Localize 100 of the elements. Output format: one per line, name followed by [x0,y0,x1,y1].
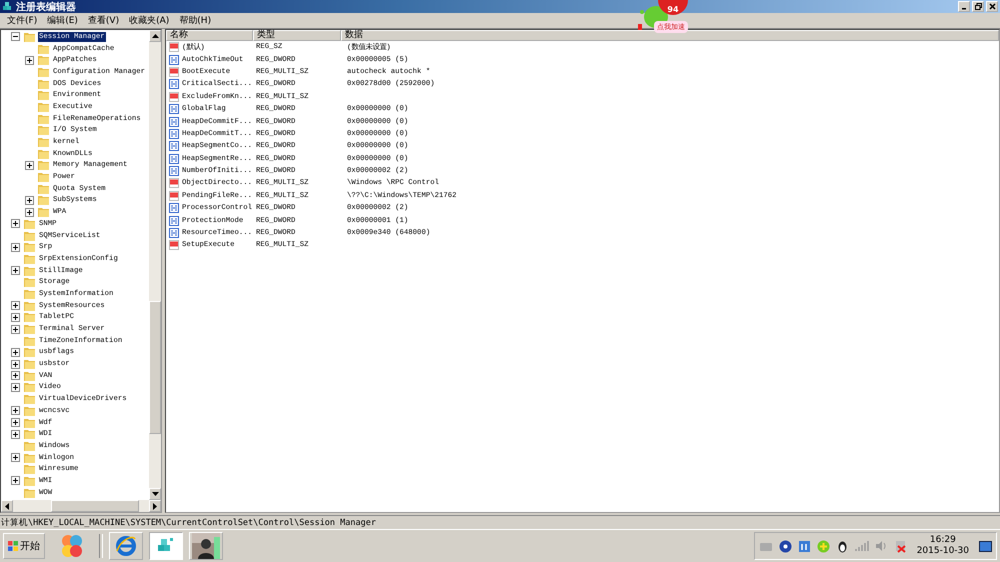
binary-value-icon [169,54,179,65]
folder-icon [24,242,35,252]
down-arrow-icon [152,492,158,496]
string-value-icon [169,190,179,201]
menu-item[interactable]: 收藏夹(A) [124,14,174,27]
expander-icon[interactable] [11,219,20,228]
folder-icon [24,277,35,288]
folder-icon [24,288,35,299]
minimize-button[interactable] [958,1,970,12]
folder-icon [24,300,35,311]
folder-icon [24,452,35,463]
binary-value-icon [169,203,179,214]
windows-logo-icon [8,541,18,551]
folder-icon [38,148,49,159]
binary-value-icon [169,154,179,164]
binary-value-icon [169,228,179,238]
close-icon [988,3,996,10]
photo-taskbar-button[interactable] [189,532,223,560]
string-value-icon [169,66,179,77]
folder-icon [24,312,35,322]
folder-icon [24,266,35,276]
clock-date: 2015-10-30 [916,546,969,557]
expander-icon[interactable] [11,430,20,439]
binary-value-icon [169,128,179,139]
folder-icon [24,406,35,416]
vertical-scrollbar[interactable] [149,30,161,500]
browser-taskbar-button[interactable] [109,532,143,560]
folder-icon [24,347,35,358]
menu-item[interactable]: 帮助(H) [174,14,216,27]
binary-value-icon [169,141,179,152]
expander-icon[interactable] [11,476,20,486]
folder-icon [38,195,49,206]
restore-icon [974,3,982,10]
string-value-icon [169,178,179,188]
registry-icon [2,1,13,12]
show-desktop-icon[interactable] [979,540,992,552]
horizontal-scrollbar[interactable] [1,500,161,512]
expander-icon[interactable] [11,242,20,252]
folder-icon [24,336,35,346]
expander-icon[interactable] [11,324,20,334]
restore-button[interactable] [972,1,984,12]
circles-logo-icon[interactable] [59,533,85,559]
expander-icon[interactable] [25,56,34,65]
expander-icon[interactable] [11,32,20,42]
expander-icon[interactable] [11,266,20,276]
expander-icon[interactable] [25,196,34,205]
column-header[interactable]: 名称 [166,30,253,41]
expander-icon[interactable] [25,208,34,217]
string-value-icon [169,92,179,102]
folder-icon [24,418,35,428]
key-path: 计算机\HKEY_LOCAL_MACHINE\SYSTEM\CurrentControlSet\Control\Session Manager [1,516,376,528]
browser-icon [115,535,137,557]
menu-item[interactable]: 编辑(E) [42,14,83,27]
expander-icon[interactable] [11,406,20,416]
string-value-icon [169,42,179,52]
folder-icon [38,114,49,124]
expander-icon[interactable] [11,453,20,462]
binary-value-icon [169,166,179,176]
expander-icon[interactable] [11,312,20,322]
right-arrow-icon [153,502,157,510]
disconnected-icon[interactable] [894,540,907,552]
folder-icon [38,90,49,100]
folder-icon [38,44,49,54]
binary-value-icon [169,79,179,90]
start-button[interactable]: 开始 [3,533,45,559]
folder-icon [24,254,35,264]
folder-icon [38,78,49,89]
folder-icon [38,184,49,194]
folder-icon [24,476,35,486]
folder-icon [24,230,35,241]
left-arrow-icon [5,502,9,510]
folder-icon [38,55,49,66]
expander-icon[interactable] [11,301,20,310]
string-value-icon [169,240,179,250]
expander-icon[interactable] [11,348,20,357]
expander-icon[interactable] [11,418,20,428]
window-title: 注册表编辑器 [16,0,76,14]
expander-icon[interactable] [11,371,20,380]
expander-icon[interactable] [25,160,34,170]
menu-item[interactable]: 查看(V) [82,14,124,27]
clock-time: 16:29 [930,535,956,546]
folder-icon [38,125,49,136]
binary-value-icon [169,216,179,226]
expander-icon[interactable] [11,382,20,392]
folder-icon [24,394,35,404]
folder-icon [24,359,35,370]
network-icon[interactable] [798,540,811,552]
menu-item[interactable]: 文件(F) [2,14,42,27]
folder-icon [38,66,49,77]
registry-taskbar-button[interactable] [149,532,183,560]
folder-icon [24,429,35,440]
clock[interactable]: 16:29 2015-10-30 [912,535,973,557]
expander-icon[interactable] [11,360,20,369]
close-button[interactable] [986,1,998,12]
up-arrow-icon [152,34,158,38]
column-header[interactable]: 数据 [341,30,999,41]
folder-icon [24,32,35,42]
folder-icon [38,137,49,148]
column-header[interactable]: 类型 [253,30,341,41]
help-icon[interactable] [778,540,792,552]
